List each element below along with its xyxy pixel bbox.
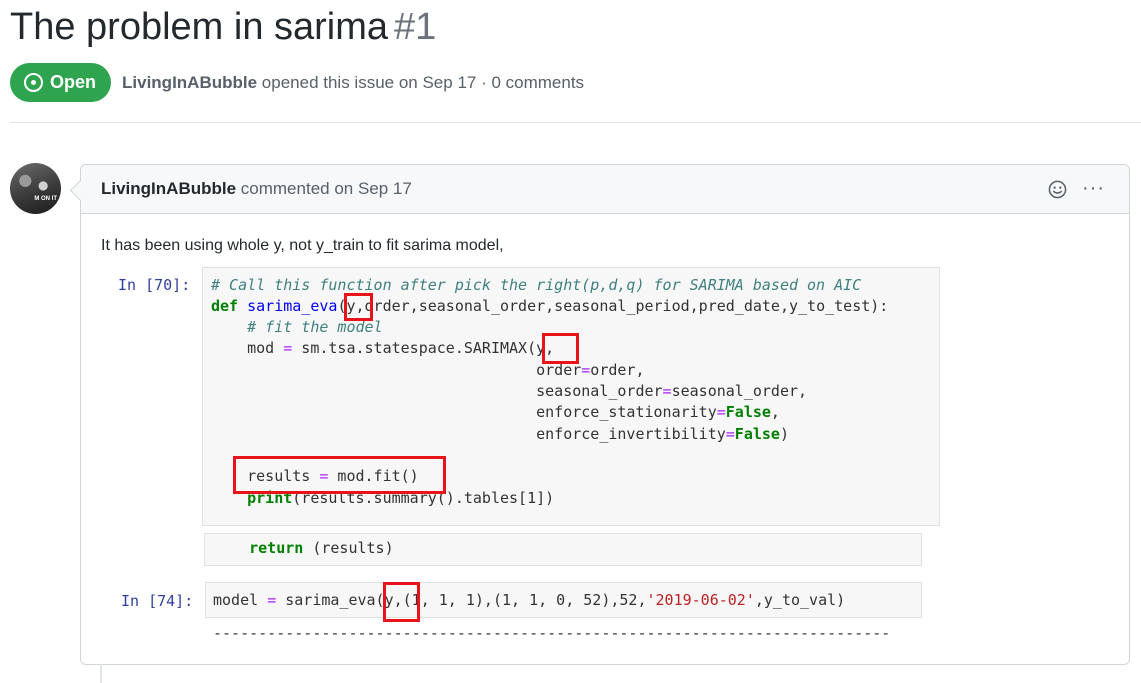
code-line-call: model = sarima_eva(y,(1, 1, 1),(1, 1, 0,…: [213, 591, 846, 609]
cell2-output: ----------------------------------------…: [213, 624, 891, 642]
highlight-box-fit: [233, 456, 446, 494]
comment-action[interactable]: commented on Sep 17: [241, 179, 412, 198]
header-divider: [10, 122, 1141, 123]
comment-body: It has been using whole y, not y_train t…: [101, 237, 504, 254]
issue-meta-suffix: opened this issue on Sep 17 · 0 comments: [261, 72, 585, 92]
avatar[interactable]: M ON IT: [10, 163, 61, 214]
code-line-7: enforce_stationarity=False,: [211, 403, 780, 421]
avatar-text: M ON IT: [34, 196, 57, 202]
issue-number: #1: [394, 6, 437, 48]
code-line-return: return (results): [249, 539, 394, 557]
code-line-5: order=order,: [211, 361, 645, 379]
issue-meta-text: LivingInABubble opened this issue on Sep…: [122, 73, 584, 93]
issue-meta: Open LivingInABubble opened this issue o…: [10, 63, 584, 102]
cell2-prompt: In [74]:: [121, 592, 194, 610]
kebab-horizontal-icon[interactable]: ···: [1082, 178, 1105, 198]
cell1-prompt: In [70]:: [118, 276, 191, 294]
code-line-4: mod = sm.tsa.statespace.SARIMAX(y,: [211, 339, 555, 357]
comment-header-text: LivingInABubble commented on Sep 17: [101, 179, 412, 199]
smiley-icon[interactable]: [1048, 180, 1067, 199]
highlight-box-call-y: [383, 582, 420, 622]
code-line-8: enforce_invertibility=False): [211, 425, 789, 443]
comment-author-link[interactable]: LivingInABubble: [101, 179, 236, 198]
highlight-box-param-y: [344, 293, 373, 321]
timeline-line: [100, 664, 102, 683]
code-comment: # Call this function after pick the righ…: [211, 276, 862, 294]
state-badge: Open: [10, 63, 112, 102]
code-line-2: def sarima_eva(y,order,seasonal_order,se…: [211, 297, 889, 315]
code-line-6: seasonal_order=seasonal_order,: [211, 382, 808, 400]
issue-title-text: The problem in sarima: [10, 6, 389, 48]
state-label: Open: [50, 72, 97, 92]
issue-opened-icon: [24, 73, 43, 92]
issue-title: The problem in sarima #1: [10, 6, 436, 49]
highlight-box-sarimax-y: [542, 333, 579, 364]
issue-author-link[interactable]: LivingInABubble: [122, 73, 257, 92]
comment-header: LivingInABubble commented on Sep 17 ···: [81, 165, 1129, 214]
code-line-1: # Call this function after pick the righ…: [211, 275, 861, 296]
